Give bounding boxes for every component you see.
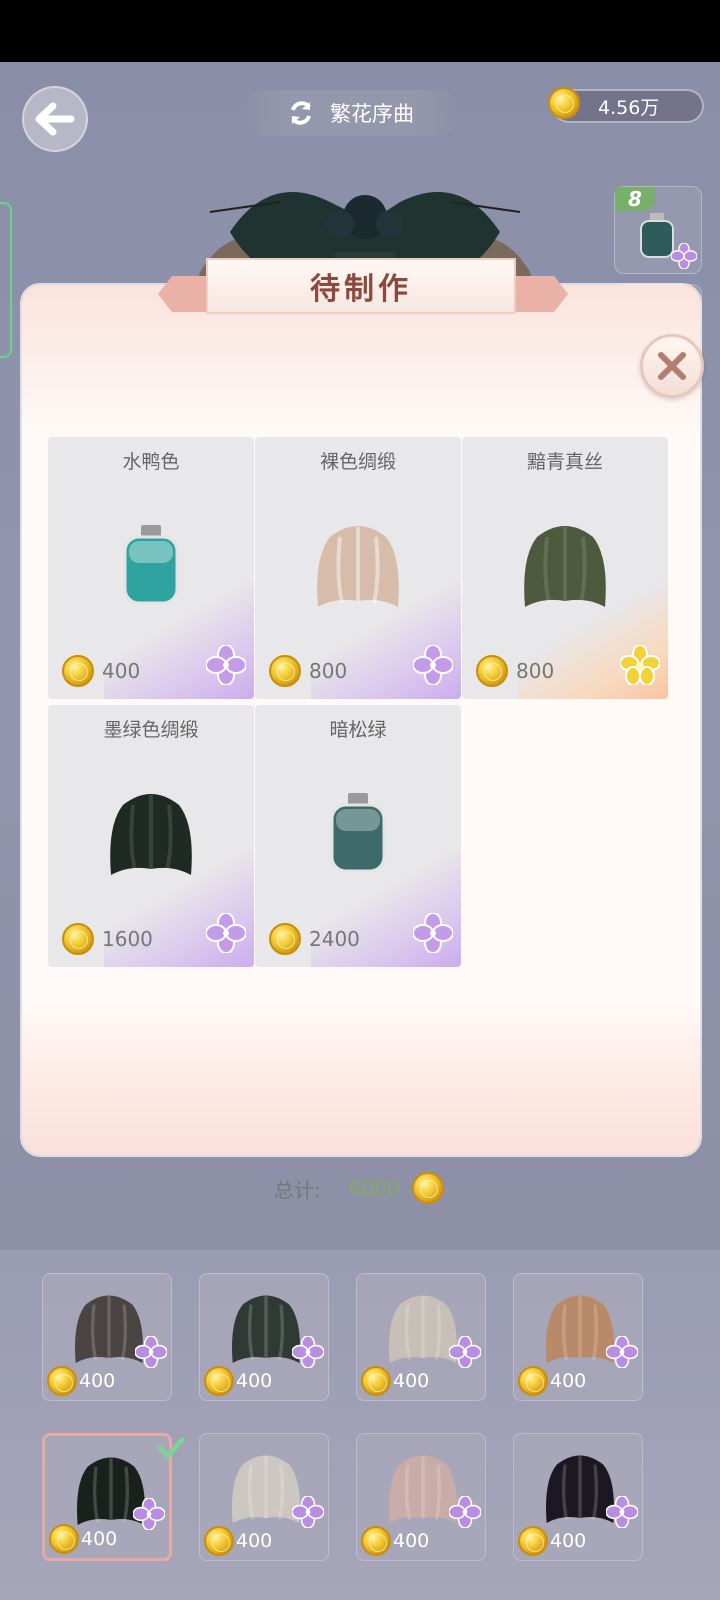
slot-number: 8 xyxy=(615,187,655,211)
coin-icon xyxy=(518,1526,548,1556)
fabric-grid-item[interactable]: 400 xyxy=(513,1273,643,1401)
lilac-flower-icon xyxy=(291,1335,325,1372)
fabric-grid-item[interactable]: 400 xyxy=(356,1273,486,1401)
pending-item-card[interactable]: 墨绿色绸缎 1600 xyxy=(48,705,254,967)
gold-flower-icon xyxy=(620,645,660,685)
total-label: 总计: xyxy=(274,1177,321,1202)
pending-item-card[interactable]: 暗松绿 2400 xyxy=(255,705,461,967)
fabric-grid-item[interactable]: 400 xyxy=(356,1433,486,1561)
coin-icon xyxy=(47,1366,77,1396)
lilac-flower-icon xyxy=(448,1335,482,1372)
item-name: 墨绿色绸缎 xyxy=(103,719,199,741)
fabric-price-value: 400 xyxy=(236,1370,273,1392)
back-button[interactable] xyxy=(22,86,88,152)
fabric-price: 400 xyxy=(47,1366,115,1396)
total-value: 6000 xyxy=(348,1176,400,1200)
dialog-banner: 待制作 xyxy=(158,258,568,324)
fabric-grid-item[interactable]: 400 xyxy=(513,1433,643,1561)
item-price: 800 xyxy=(269,655,347,687)
close-icon xyxy=(658,352,686,380)
fabric-price-value: 400 xyxy=(393,1530,430,1552)
fabric-price: 400 xyxy=(204,1366,272,1396)
status-bar xyxy=(0,0,720,62)
item-name: 水鸭色 xyxy=(122,451,180,473)
coin-icon xyxy=(269,655,301,687)
lilac-flower-icon xyxy=(206,645,246,685)
total-cost: 总计: 6000 xyxy=(274,1172,444,1204)
coin-icon xyxy=(411,1172,444,1204)
coin-icon xyxy=(476,655,508,687)
coin-icon xyxy=(361,1366,391,1396)
fabric-grid-item[interactable]: 400 xyxy=(199,1433,329,1561)
lilac-flower-icon xyxy=(291,1495,325,1532)
coin-icon xyxy=(548,87,580,119)
pending-item-card[interactable]: 水鸭色 400 xyxy=(48,437,254,699)
lilac-flower-icon xyxy=(206,913,246,953)
ink-bottle-icon xyxy=(308,783,408,883)
coin-icon xyxy=(62,655,94,687)
check-icon xyxy=(157,1437,185,1460)
lilac-flower-icon xyxy=(413,645,453,685)
item-name: 黯青真丝 xyxy=(526,451,603,473)
coin-balance: 4.56万 xyxy=(548,87,704,123)
lilac-flower-icon xyxy=(605,1335,639,1372)
fabric-icon xyxy=(515,515,615,615)
lilac-flower-icon xyxy=(448,1495,482,1532)
refresh-icon xyxy=(291,101,311,125)
fabric-grid-item[interactable]: 400 xyxy=(199,1273,329,1401)
fabric-price-value: 400 xyxy=(81,1528,118,1550)
item-price-value: 800 xyxy=(516,659,555,683)
fabric-price: 400 xyxy=(518,1526,586,1556)
coin-icon xyxy=(361,1526,391,1556)
pending-item-card[interactable]: 裸色绸缎 800 xyxy=(255,437,461,699)
lilac-flower-icon xyxy=(605,1495,639,1532)
item-price-value: 2400 xyxy=(309,927,360,951)
close-button[interactable] xyxy=(640,334,704,398)
coin-icon xyxy=(62,923,94,955)
dialog-title: 待制作 xyxy=(206,258,516,314)
coin-balance-value: 4.56万 xyxy=(598,96,660,119)
pending-item-list: 水鸭色 400 裸色绸缎 800 黯青真丝 800 墨绿色绸缎 1600 暗松绿… xyxy=(48,437,678,977)
item-price-value: 800 xyxy=(309,659,348,683)
lilac-flower-icon xyxy=(413,913,453,953)
fabric-price-value: 400 xyxy=(550,1530,587,1552)
lilac-flower-icon xyxy=(671,243,697,269)
item-price: 1600 xyxy=(62,923,153,955)
coin-icon xyxy=(518,1366,548,1396)
side-panel-tab[interactable] xyxy=(0,202,12,358)
fabric-grid-item[interactable]: 400 xyxy=(42,1273,172,1401)
lilac-flower-icon xyxy=(134,1335,168,1372)
item-price: 800 xyxy=(476,655,554,687)
lilac-flower-icon xyxy=(132,1497,166,1534)
coin-icon xyxy=(204,1526,234,1556)
fabric-price-value: 400 xyxy=(236,1530,273,1552)
item-price: 400 xyxy=(62,655,140,687)
outfit-title: 繁花序曲 xyxy=(330,102,414,126)
pending-item-card[interactable]: 黯青真丝 800 xyxy=(462,437,668,699)
item-price-value: 400 xyxy=(102,659,141,683)
fabric-price: 400 xyxy=(361,1526,429,1556)
fabric-icon xyxy=(101,783,201,883)
coin-icon xyxy=(204,1366,234,1396)
fabric-price: 400 xyxy=(361,1366,429,1396)
coin-icon xyxy=(269,923,301,955)
ink-bottle-icon xyxy=(101,515,201,615)
fabric-price-value: 400 xyxy=(79,1370,116,1392)
fabric-price-value: 400 xyxy=(393,1370,430,1392)
fabric-grid-item[interactable]: 400 xyxy=(42,1433,185,1561)
item-price-value: 1600 xyxy=(102,927,153,951)
fabric-price: 400 xyxy=(204,1526,272,1556)
fabric-icon xyxy=(308,515,408,615)
item-name: 暗松绿 xyxy=(329,719,387,741)
side-slot-8[interactable]: 8 xyxy=(614,186,702,274)
fabric-price: 400 xyxy=(518,1366,586,1396)
coin-icon xyxy=(49,1524,79,1554)
outfit-title-switch[interactable]: 繁花序曲 xyxy=(240,90,460,136)
item-price: 2400 xyxy=(269,923,360,955)
item-name: 裸色绸缎 xyxy=(319,451,396,473)
fabric-price-value: 400 xyxy=(550,1370,587,1392)
fabric-price: 400 xyxy=(49,1524,117,1554)
back-arrow-icon xyxy=(35,102,75,136)
